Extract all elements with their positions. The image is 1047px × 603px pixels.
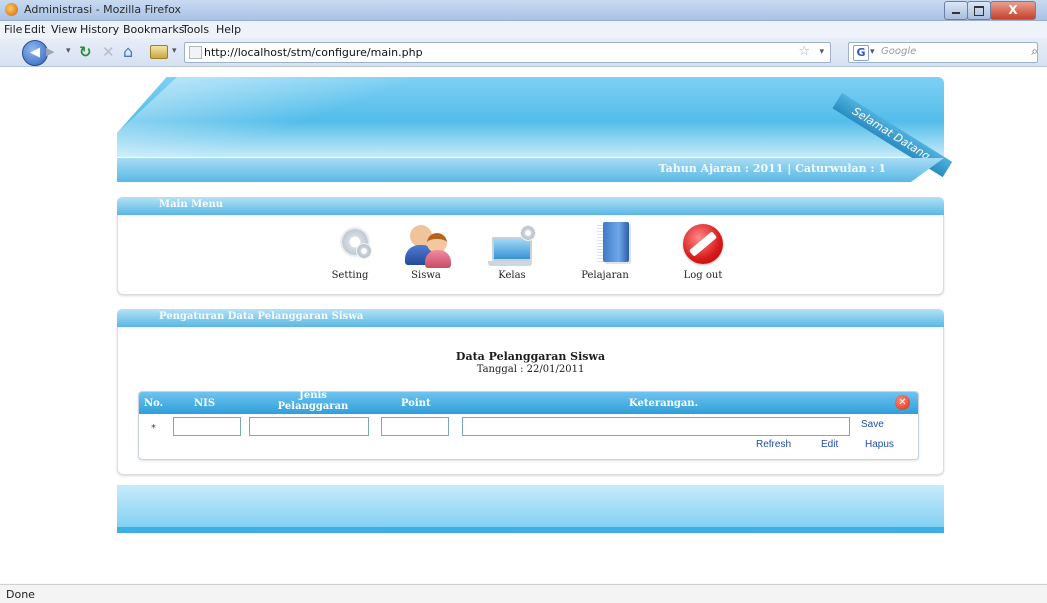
bookmark-folder-icon[interactable] — [150, 45, 168, 59]
history-dropdown-icon[interactable]: ▾ — [66, 46, 71, 56]
violation-section-header: Pengaturan Data Pelanggaran Siswa — [117, 309, 944, 327]
close-window-button[interactable]: X — [990, 1, 1036, 20]
bookmark-star-icon[interactable]: ☆ — [798, 44, 810, 59]
page-content: Selamat Datang. Tahun Ajaran : 2011 | Ca… — [0, 67, 1047, 583]
menu-item-setting-label: Setting — [331, 270, 369, 281]
column-no: No. — [144, 398, 164, 409]
window-title-bar: Administrasi - Mozilla Firefox X — [0, 0, 1047, 21]
menu-edit[interactable]: Edit — [24, 23, 45, 36]
search-engine-dropdown-icon[interactable]: ▾ — [870, 47, 875, 57]
menu-item-logout-label: Log out — [683, 270, 723, 281]
navigation-toolbar: ◀ ▶ ▾ ↻ ✕ ⌂ ▾ http://localhost/stm/confi… — [0, 38, 1047, 67]
menu-item-pelajaran-label: Pelajaran — [581, 270, 629, 281]
violation-heading-date: Tanggal : 22/01/2011 — [476, 364, 585, 375]
menu-item-pelajaran[interactable]: Pelajaran — [573, 215, 637, 290]
menu-history[interactable]: History — [80, 23, 119, 36]
stop-button[interactable]: ✕ — [102, 43, 115, 61]
url-dropdown-icon[interactable]: ▾ — [819, 47, 824, 57]
menu-bar: File Edit View History Bookmarks Tools H… — [0, 21, 1047, 38]
forward-button[interactable]: ▶ — [46, 45, 60, 59]
users-icon-body-female — [425, 250, 451, 268]
column-keterangan: Keterangan. — [629, 398, 699, 409]
refresh-button[interactable]: Refresh — [756, 439, 791, 450]
logout-icon — [683, 224, 723, 264]
page-favicon-icon — [189, 46, 202, 59]
menu-item-setting[interactable]: Setting — [322, 215, 378, 290]
search-magnifier-icon[interactable]: ⌕ — [1031, 44, 1038, 59]
main-menu-header: Main Menu — [117, 197, 944, 215]
laptop-icon-base — [488, 261, 532, 266]
violation-heading-title: Data Pelanggaran Siswa — [455, 350, 606, 363]
menu-bookmarks[interactable]: Bookmarks — [123, 23, 184, 36]
menu-help[interactable]: Help — [216, 23, 241, 36]
menu-file[interactable]: File — [4, 23, 22, 36]
academic-year-text: Tahun Ajaran : 2011 | Caturwulan : 1 — [658, 162, 886, 175]
bookmark-dropdown-icon[interactable]: ▾ — [172, 46, 177, 56]
violation-panel: Data Pelanggaran Siswa Tanggal : 22/01/2… — [117, 327, 944, 475]
address-url[interactable]: http://localhost/stm/configure/main.php — [204, 46, 423, 59]
address-bar[interactable]: http://localhost/stm/configure/main.php … — [184, 42, 831, 63]
book-icon — [603, 222, 629, 262]
small-gear-icon — [520, 225, 536, 241]
maximize-button[interactable] — [967, 1, 991, 20]
main-menu-panel: Setting Siswa Kelas Pelajaran Log out — [117, 215, 944, 295]
delete-button[interactable]: Hapus — [865, 439, 894, 450]
footer-banner — [117, 485, 944, 533]
save-button[interactable]: Save — [861, 419, 884, 430]
status-text: Done — [6, 588, 35, 601]
status-bar: Done — [0, 584, 1047, 603]
keterangan-input[interactable] — [462, 417, 850, 436]
home-button[interactable]: ⌂ — [123, 42, 133, 61]
column-nis: NIS — [194, 398, 216, 409]
menu-item-kelas[interactable]: Kelas — [482, 215, 542, 290]
window-title: Administrasi - Mozilla Firefox — [24, 3, 181, 16]
menu-view[interactable]: View — [51, 23, 77, 36]
point-input[interactable] — [381, 417, 449, 436]
search-box[interactable]: G ▾ Google ⌕ — [848, 42, 1038, 63]
jenis-pelanggaran-input[interactable] — [249, 417, 369, 436]
back-button[interactable]: ◀ — [22, 40, 48, 66]
violation-grid: No. NIS Jenis Pelanggaran Point Keterang… — [138, 390, 919, 460]
new-row-marker: * — [151, 423, 156, 434]
menu-item-siswa[interactable]: Siswa — [398, 215, 454, 290]
column-jenis-pelanggaran: Jenis Pelanggaran — [277, 390, 349, 412]
menu-item-siswa-label: Siswa — [411, 270, 441, 281]
violation-grid-header: No. NIS Jenis Pelanggaran Point Keterang… — [139, 390, 918, 414]
minimize-button[interactable] — [944, 1, 968, 20]
menu-item-logout[interactable]: Log out — [671, 215, 735, 290]
edit-button[interactable]: Edit — [821, 439, 838, 450]
column-point: Point — [401, 398, 431, 409]
search-engine-icon[interactable]: G — [853, 45, 869, 61]
nis-input[interactable] — [173, 417, 241, 436]
close-grid-icon[interactable]: ✕ — [895, 395, 910, 410]
small-gear-icon — [356, 243, 372, 259]
violation-heading: Data Pelanggaran Siswa Tanggal : 22/01/2… — [118, 350, 943, 375]
firefox-logo-icon — [5, 3, 18, 16]
academic-year-bar: Tahun Ajaran : 2011 | Caturwulan : 1 — [117, 158, 944, 182]
reload-button[interactable]: ↻ — [79, 43, 92, 61]
menu-tools[interactable]: Tools — [182, 23, 209, 36]
menu-item-kelas-label: Kelas — [498, 270, 526, 281]
search-input[interactable]: Google — [881, 46, 916, 57]
violation-section-title: Pengaturan Data Pelanggaran Siswa — [159, 311, 364, 322]
main-menu-title: Main Menu — [159, 199, 224, 210]
